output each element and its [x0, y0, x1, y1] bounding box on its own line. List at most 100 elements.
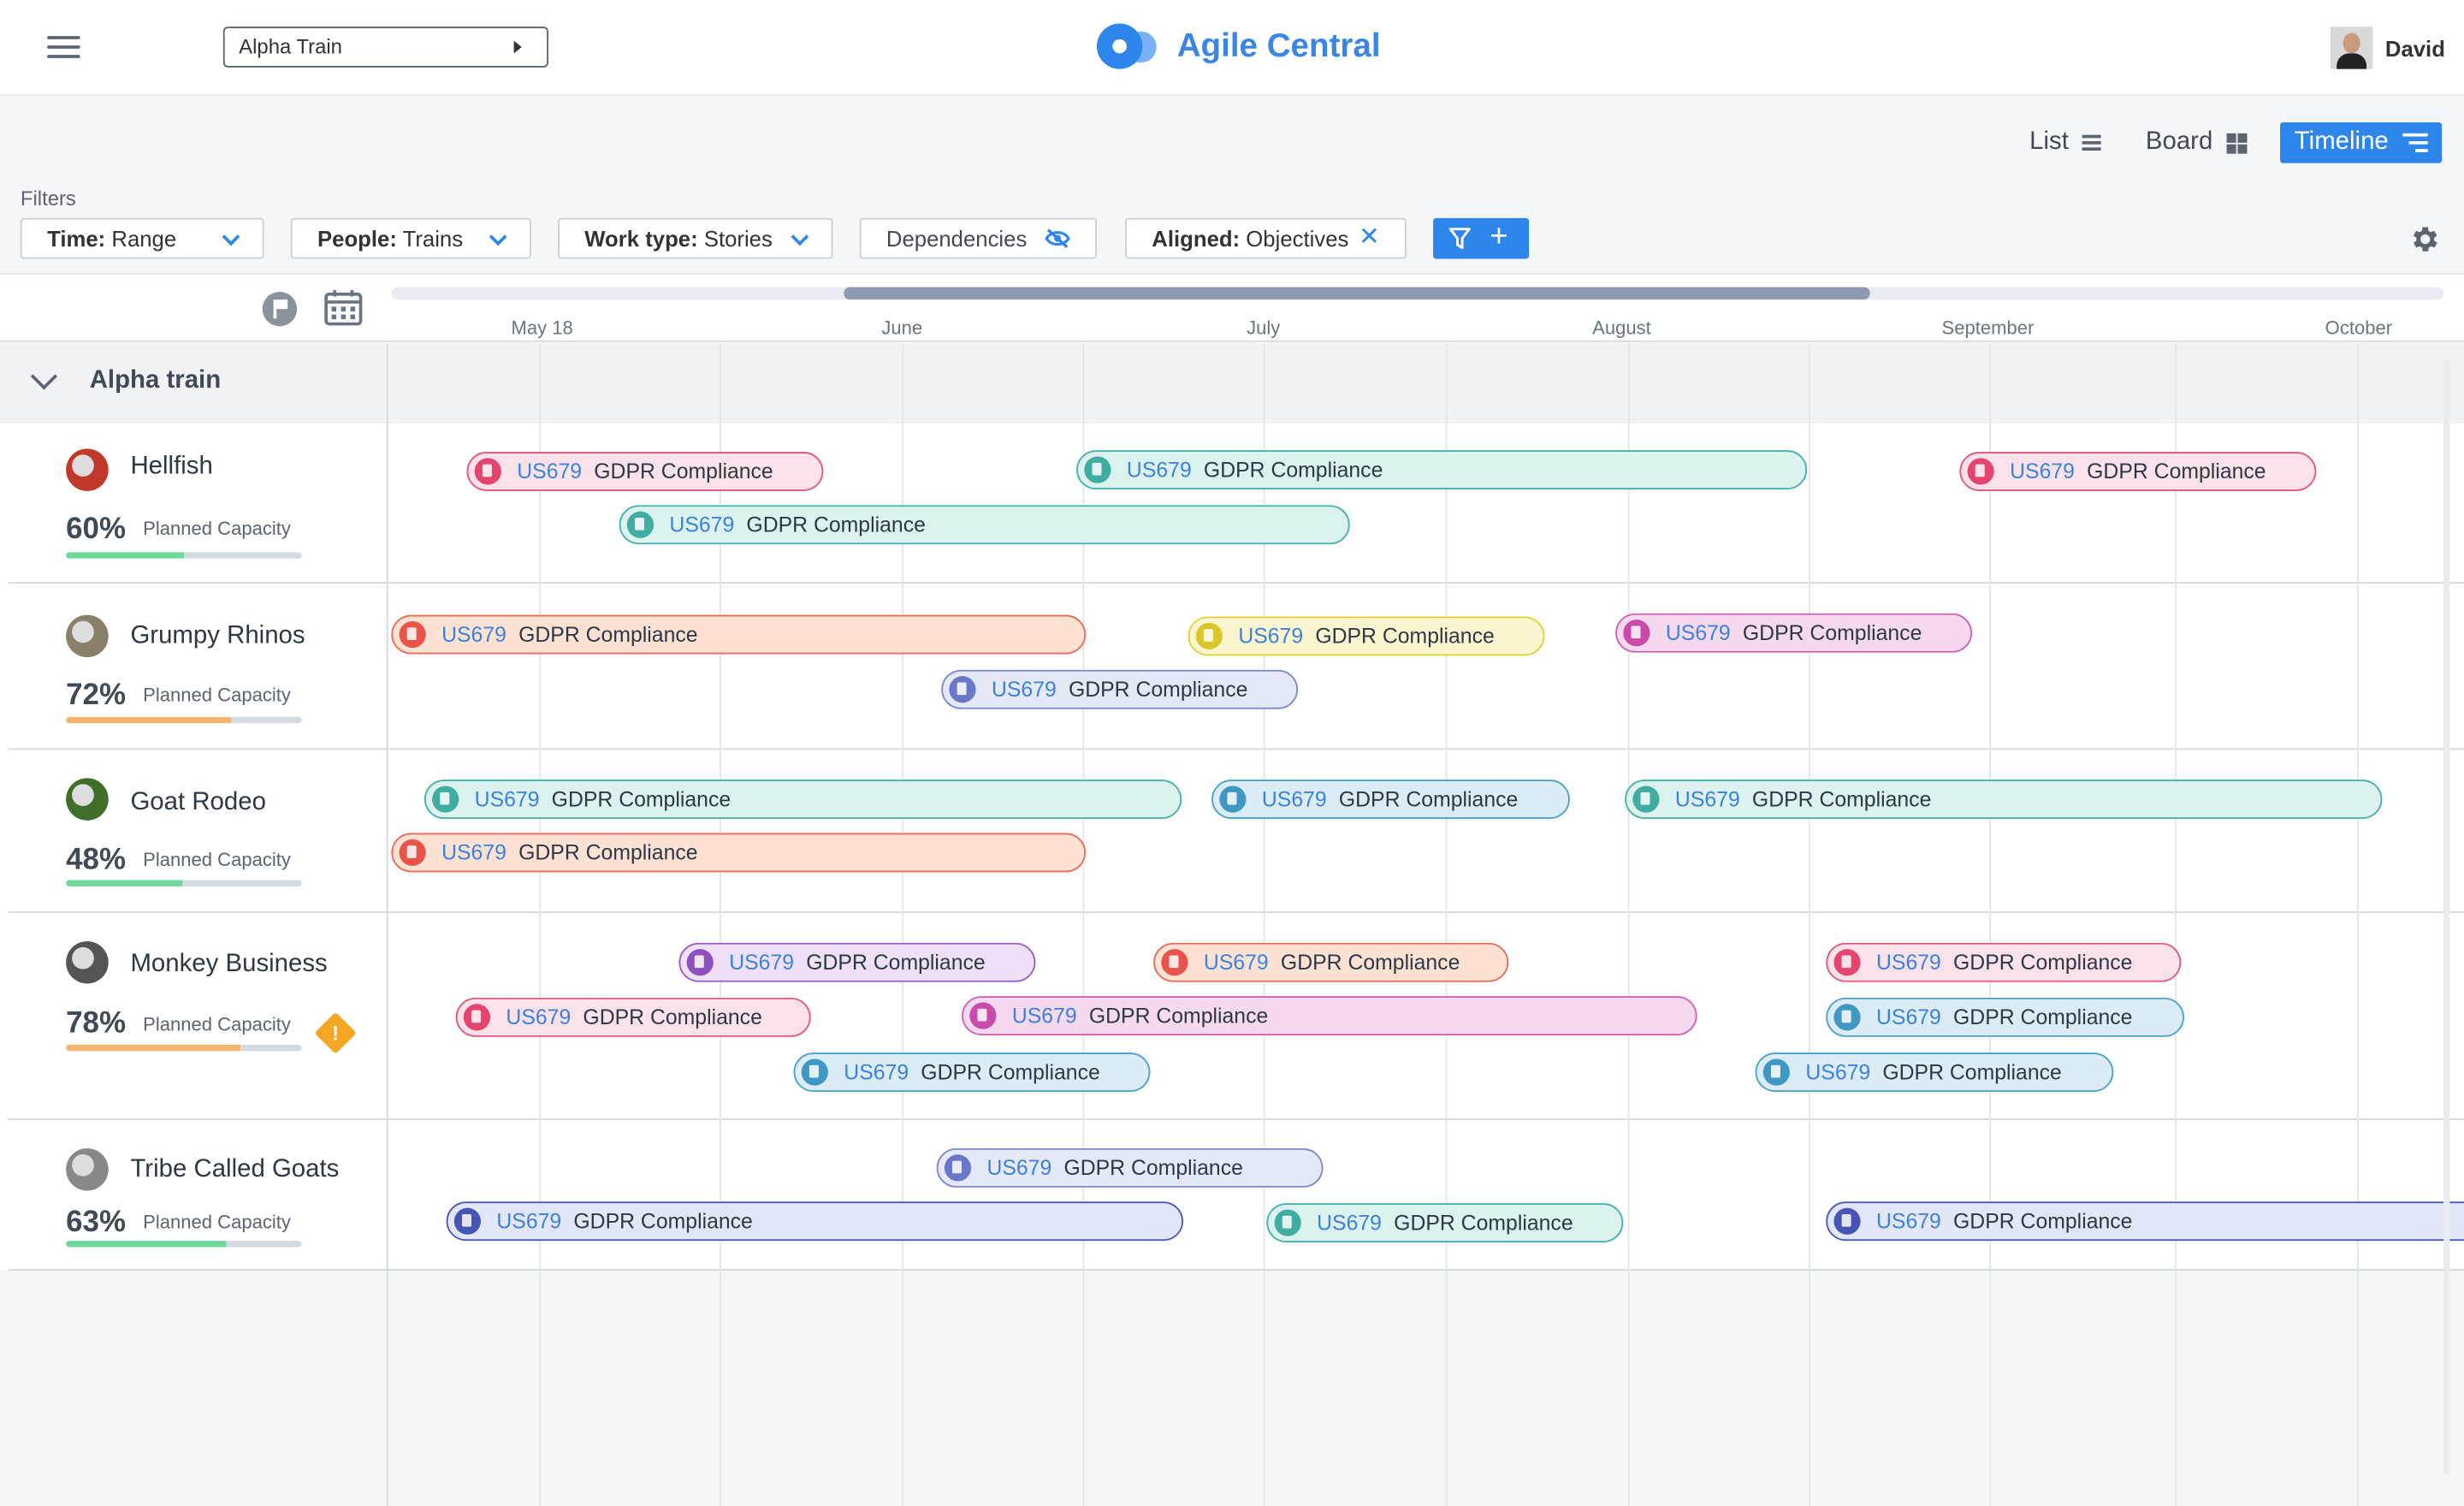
- team-name[interactable]: Hellfish: [130, 454, 212, 482]
- filters-label: Filters: [20, 187, 76, 210]
- filter-work-type[interactable]: Work type: Stories: [558, 217, 833, 259]
- story-id[interactable]: US679: [1238, 618, 1303, 654]
- filter-aligned[interactable]: Aligned: Objectives ✕: [1125, 217, 1407, 259]
- story-id[interactable]: US679: [1805, 1054, 1870, 1090]
- story-type-icon: [626, 511, 654, 538]
- story-id[interactable]: US679: [1317, 1205, 1382, 1241]
- story-id[interactable]: US679: [669, 507, 734, 543]
- story-id[interactable]: US679: [729, 945, 794, 981]
- timeline-icon: [2402, 133, 2428, 152]
- story-id[interactable]: US679: [1876, 945, 1941, 981]
- vertical-scrollbar[interactable]: [2443, 360, 2450, 1475]
- story-bar[interactable]: US679 GDPR Compliance: [1826, 1201, 2464, 1242]
- gear-icon[interactable]: [2408, 222, 2441, 255]
- story-id[interactable]: US679: [1262, 781, 1327, 817]
- calendar-icon[interactable]: [323, 288, 363, 326]
- story-id[interactable]: US679: [475, 781, 540, 817]
- filter-time[interactable]: Time: Range: [20, 217, 264, 259]
- story-bar[interactable]: US679 GDPR Compliance: [678, 942, 1036, 982]
- timeline-scrollbar-thumb[interactable]: [844, 287, 1870, 300]
- story-id[interactable]: US679: [2010, 454, 2075, 489]
- story-bar[interactable]: US679 GDPR Compliance: [455, 997, 811, 1037]
- story-bar[interactable]: US679 GDPR Compliance: [936, 1147, 1324, 1188]
- chevron-down-icon[interactable]: [32, 371, 54, 393]
- menu-icon[interactable]: [47, 34, 80, 59]
- story-bar[interactable]: US679 GDPR Compliance: [466, 451, 824, 491]
- story-bar[interactable]: US679 GDPR Compliance: [1755, 1052, 2114, 1092]
- view-board-button[interactable]: Board: [2135, 122, 2259, 163]
- story-id[interactable]: US679: [986, 1150, 1051, 1186]
- story-bar[interactable]: US679 GDPR Compliance: [793, 1052, 1151, 1092]
- story-title: GDPR Compliance: [1068, 677, 1248, 702]
- story-id[interactable]: US679: [1204, 945, 1269, 981]
- train-selector[interactable]: Alpha Train: [222, 27, 549, 68]
- user-menu[interactable]: David: [2330, 27, 2445, 69]
- story-bar[interactable]: US679 GDPR Compliance: [391, 833, 1087, 873]
- filter-dependencies[interactable]: Dependencies: [859, 217, 1098, 259]
- filter-time-key: Time:: [47, 225, 106, 252]
- story-type-icon: [1833, 949, 1861, 976]
- story-id[interactable]: US679: [1876, 1203, 1941, 1239]
- story-bar[interactable]: US679 GDPR Compliance: [424, 780, 1182, 819]
- brand: Agile Central: [1097, 23, 1381, 70]
- team-name[interactable]: Grumpy Rhinos: [130, 623, 305, 651]
- team-row: Goat Rodeo 48% Planned Capacity: [0, 750, 2464, 913]
- filter-aligned-value: Objectives: [1246, 225, 1349, 252]
- story-bar[interactable]: US679 GDPR Compliance: [1153, 942, 1509, 982]
- story-id[interactable]: US679: [1666, 615, 1731, 651]
- story-id[interactable]: US679: [844, 1054, 909, 1090]
- team-avatar-icon: [66, 614, 109, 658]
- timeline-scale: May 18 June July August September Octobe…: [0, 272, 2464, 342]
- story-title: GDPR Compliance: [806, 950, 986, 975]
- story-id[interactable]: US679: [1675, 781, 1740, 817]
- timeline-gridline: [2357, 343, 2359, 1506]
- story-bar[interactable]: US679 GDPR Compliance: [1826, 942, 2182, 982]
- month-label: October: [2325, 317, 2393, 339]
- story-id[interactable]: US679: [496, 1203, 561, 1239]
- story-bar[interactable]: US679 GDPR Compliance: [1625, 780, 2383, 819]
- team-name[interactable]: Tribe Called Goats: [130, 1156, 339, 1184]
- capacity-label: Planned Capacity: [143, 1013, 291, 1035]
- team-row: Grumpy Rhinos 72% Planned Capacity: [0, 583, 2464, 750]
- story-bar[interactable]: US679 GDPR Compliance: [1188, 616, 1545, 656]
- story-bar[interactable]: US679 GDPR Compliance: [1615, 613, 1973, 653]
- story-id[interactable]: US679: [517, 454, 582, 489]
- view-list-button[interactable]: List: [2018, 122, 2112, 163]
- story-bar[interactable]: US679 GDPR Compliance: [1211, 780, 1570, 819]
- story-bar[interactable]: US679 GDPR Compliance: [446, 1201, 1184, 1242]
- train-selector-value: Alpha Train: [239, 34, 342, 58]
- story-id[interactable]: US679: [1012, 998, 1077, 1034]
- story-id[interactable]: US679: [441, 616, 506, 652]
- story-bar[interactable]: US679 GDPR Compliance: [1266, 1203, 1624, 1242]
- month-label: August: [1592, 317, 1651, 339]
- story-type-icon: [399, 620, 426, 649]
- story-bar[interactable]: US679 GDPR Compliance: [391, 614, 1087, 655]
- story-id[interactable]: US679: [1876, 999, 1941, 1035]
- filter-people[interactable]: People: Trains: [290, 217, 531, 259]
- story-title: GDPR Compliance: [1063, 1156, 1243, 1180]
- story-bar[interactable]: US679 GDPR Compliance: [1959, 451, 2317, 491]
- story-bar[interactable]: US679 GDPR Compliance: [1076, 450, 1808, 489]
- story-bar[interactable]: US679 GDPR Compliance: [1826, 997, 2185, 1037]
- timeline-scrollbar[interactable]: [391, 287, 2444, 300]
- team-name[interactable]: Goat Rodeo: [130, 789, 265, 817]
- flag-icon[interactable]: [262, 291, 298, 327]
- team-name[interactable]: Monkey Business: [130, 951, 327, 979]
- story-bar[interactable]: US679 GDPR Compliance: [941, 669, 1299, 709]
- story-id[interactable]: US679: [506, 999, 571, 1035]
- story-id[interactable]: US679: [441, 834, 506, 870]
- timeline-gridline: [1445, 343, 1448, 1506]
- story-title: GDPR Compliance: [1394, 1211, 1573, 1235]
- story-id[interactable]: US679: [992, 672, 1057, 708]
- capacity-percent: 48%: [66, 844, 126, 877]
- story-bar[interactable]: US679 GDPR Compliance: [962, 996, 1697, 1035]
- list-icon: [2082, 134, 2102, 151]
- story-bar[interactable]: US679 GDPR Compliance: [619, 505, 1350, 545]
- story-id[interactable]: US679: [1127, 452, 1192, 488]
- capacity-bar-fill: [66, 552, 184, 559]
- add-filter-button[interactable]: +: [1433, 217, 1530, 259]
- story-title: GDPR Compliance: [1338, 787, 1519, 811]
- warning-icon[interactable]: !: [314, 1011, 357, 1054]
- view-timeline-button[interactable]: Timeline: [2280, 122, 2443, 163]
- close-icon[interactable]: ✕: [1359, 220, 1380, 258]
